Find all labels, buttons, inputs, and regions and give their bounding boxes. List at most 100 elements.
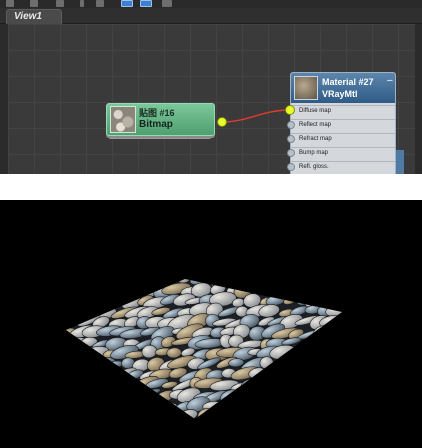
diffuse-map-input-socket[interactable] (285, 105, 295, 115)
pebble (298, 388, 323, 399)
pebble (90, 372, 105, 380)
material-node-type: VRayMtl (322, 89, 358, 99)
pebble (94, 409, 120, 419)
reflect-map-input-socket[interactable] (287, 121, 295, 129)
refract-map-input-socket[interactable] (287, 135, 295, 143)
pebble (116, 399, 145, 416)
collapse-icon[interactable]: – (387, 75, 393, 86)
pebble (341, 369, 342, 378)
pebble (293, 380, 319, 393)
render-svg (66, 279, 360, 419)
pebble (277, 407, 293, 419)
pebble (333, 338, 342, 349)
pebble (290, 284, 310, 294)
pebble (66, 346, 78, 361)
pebble (121, 286, 147, 298)
pebble (267, 279, 290, 288)
pebble (332, 328, 342, 341)
pebble (148, 414, 173, 419)
slot-reflect-map[interactable]: Reflect map (291, 119, 395, 133)
pebble (346, 305, 360, 318)
node-edge-highlight (396, 150, 404, 174)
render-preview (0, 200, 422, 448)
pebble (326, 348, 342, 360)
pebble (82, 296, 101, 307)
grid-icon[interactable] (30, 0, 38, 7)
save-icon[interactable] (140, 0, 152, 7)
pebble (331, 413, 342, 419)
pebble (247, 390, 264, 400)
pebble (79, 375, 101, 391)
pebble (66, 284, 79, 294)
slate-material-editor: View1 贴图 #16 Bitmap Material #27 VRayMtl… (0, 0, 422, 174)
pebble (95, 279, 112, 284)
slot-refract-map[interactable]: Refract map (291, 133, 395, 147)
pebble (136, 279, 152, 286)
bitmap-output-socket[interactable] (217, 117, 227, 127)
pebble (308, 369, 339, 381)
bitmap-node[interactable]: 贴图 #16 Bitmap (106, 103, 215, 136)
cursor-icon[interactable] (80, 0, 84, 7)
pebble (80, 358, 104, 372)
pebble (79, 399, 104, 409)
pebble (66, 381, 88, 393)
slot-bump-map[interactable]: Bump map (291, 147, 395, 161)
slot-label: Refract map (299, 136, 332, 142)
pebble (96, 390, 125, 402)
pebble (325, 335, 338, 348)
pebble (66, 279, 86, 288)
pebble (96, 368, 126, 380)
view-tab-bar: View1 (0, 8, 422, 24)
refl-gloss-input-socket[interactable] (287, 163, 295, 171)
panel-left-edge (0, 24, 7, 174)
pebble (285, 390, 307, 405)
pebble (66, 317, 72, 327)
pebble (311, 350, 339, 359)
panel-right-edge (415, 24, 422, 174)
tab-view1[interactable]: View1 (6, 9, 62, 24)
pebble (338, 297, 342, 308)
material-node[interactable]: Material #27 VRayMtl – Diffuse map Refle… (290, 72, 396, 174)
pebble (160, 403, 178, 411)
separator (0, 174, 422, 200)
pebble (73, 370, 87, 378)
slot-diffuse-map[interactable]: Diffuse map (291, 105, 395, 119)
slot-refl-gloss[interactable]: Refl. gloss. (291, 161, 395, 174)
pebble (228, 279, 251, 286)
material-node-title: Material #27 (322, 77, 374, 87)
pebble (323, 388, 342, 401)
layout-icon[interactable] (56, 0, 64, 7)
bump-map-input-socket[interactable] (287, 149, 295, 157)
active-view-icon[interactable] (121, 0, 133, 7)
options-icon[interactable] (162, 0, 172, 7)
tool-icon[interactable] (6, 0, 14, 7)
pebble (73, 390, 87, 402)
pebble (141, 397, 169, 411)
pebble (296, 286, 324, 297)
pebble (79, 279, 101, 283)
pebble (330, 399, 342, 413)
pebble (140, 410, 156, 419)
pebble (305, 279, 328, 285)
pebble (247, 411, 273, 419)
pebble (66, 296, 71, 305)
pebble (66, 398, 91, 415)
pebble (303, 376, 330, 393)
pebble (102, 402, 131, 413)
pebble (301, 367, 322, 380)
pebble (238, 279, 263, 287)
material-node-header[interactable]: Material #27 VRayMtl – (291, 73, 395, 103)
pebble (89, 377, 113, 394)
pebble (233, 407, 258, 419)
pebble (260, 410, 285, 419)
pebble (298, 279, 315, 289)
pebble (314, 389, 339, 402)
pebble (225, 400, 247, 409)
pebble (233, 390, 259, 404)
bitmap-node-title: 贴图 #16 (139, 108, 175, 118)
pebble (120, 380, 140, 392)
pebble (300, 345, 322, 359)
pebble (66, 359, 81, 370)
pebble (295, 399, 319, 413)
pick-icon[interactable] (96, 0, 104, 7)
